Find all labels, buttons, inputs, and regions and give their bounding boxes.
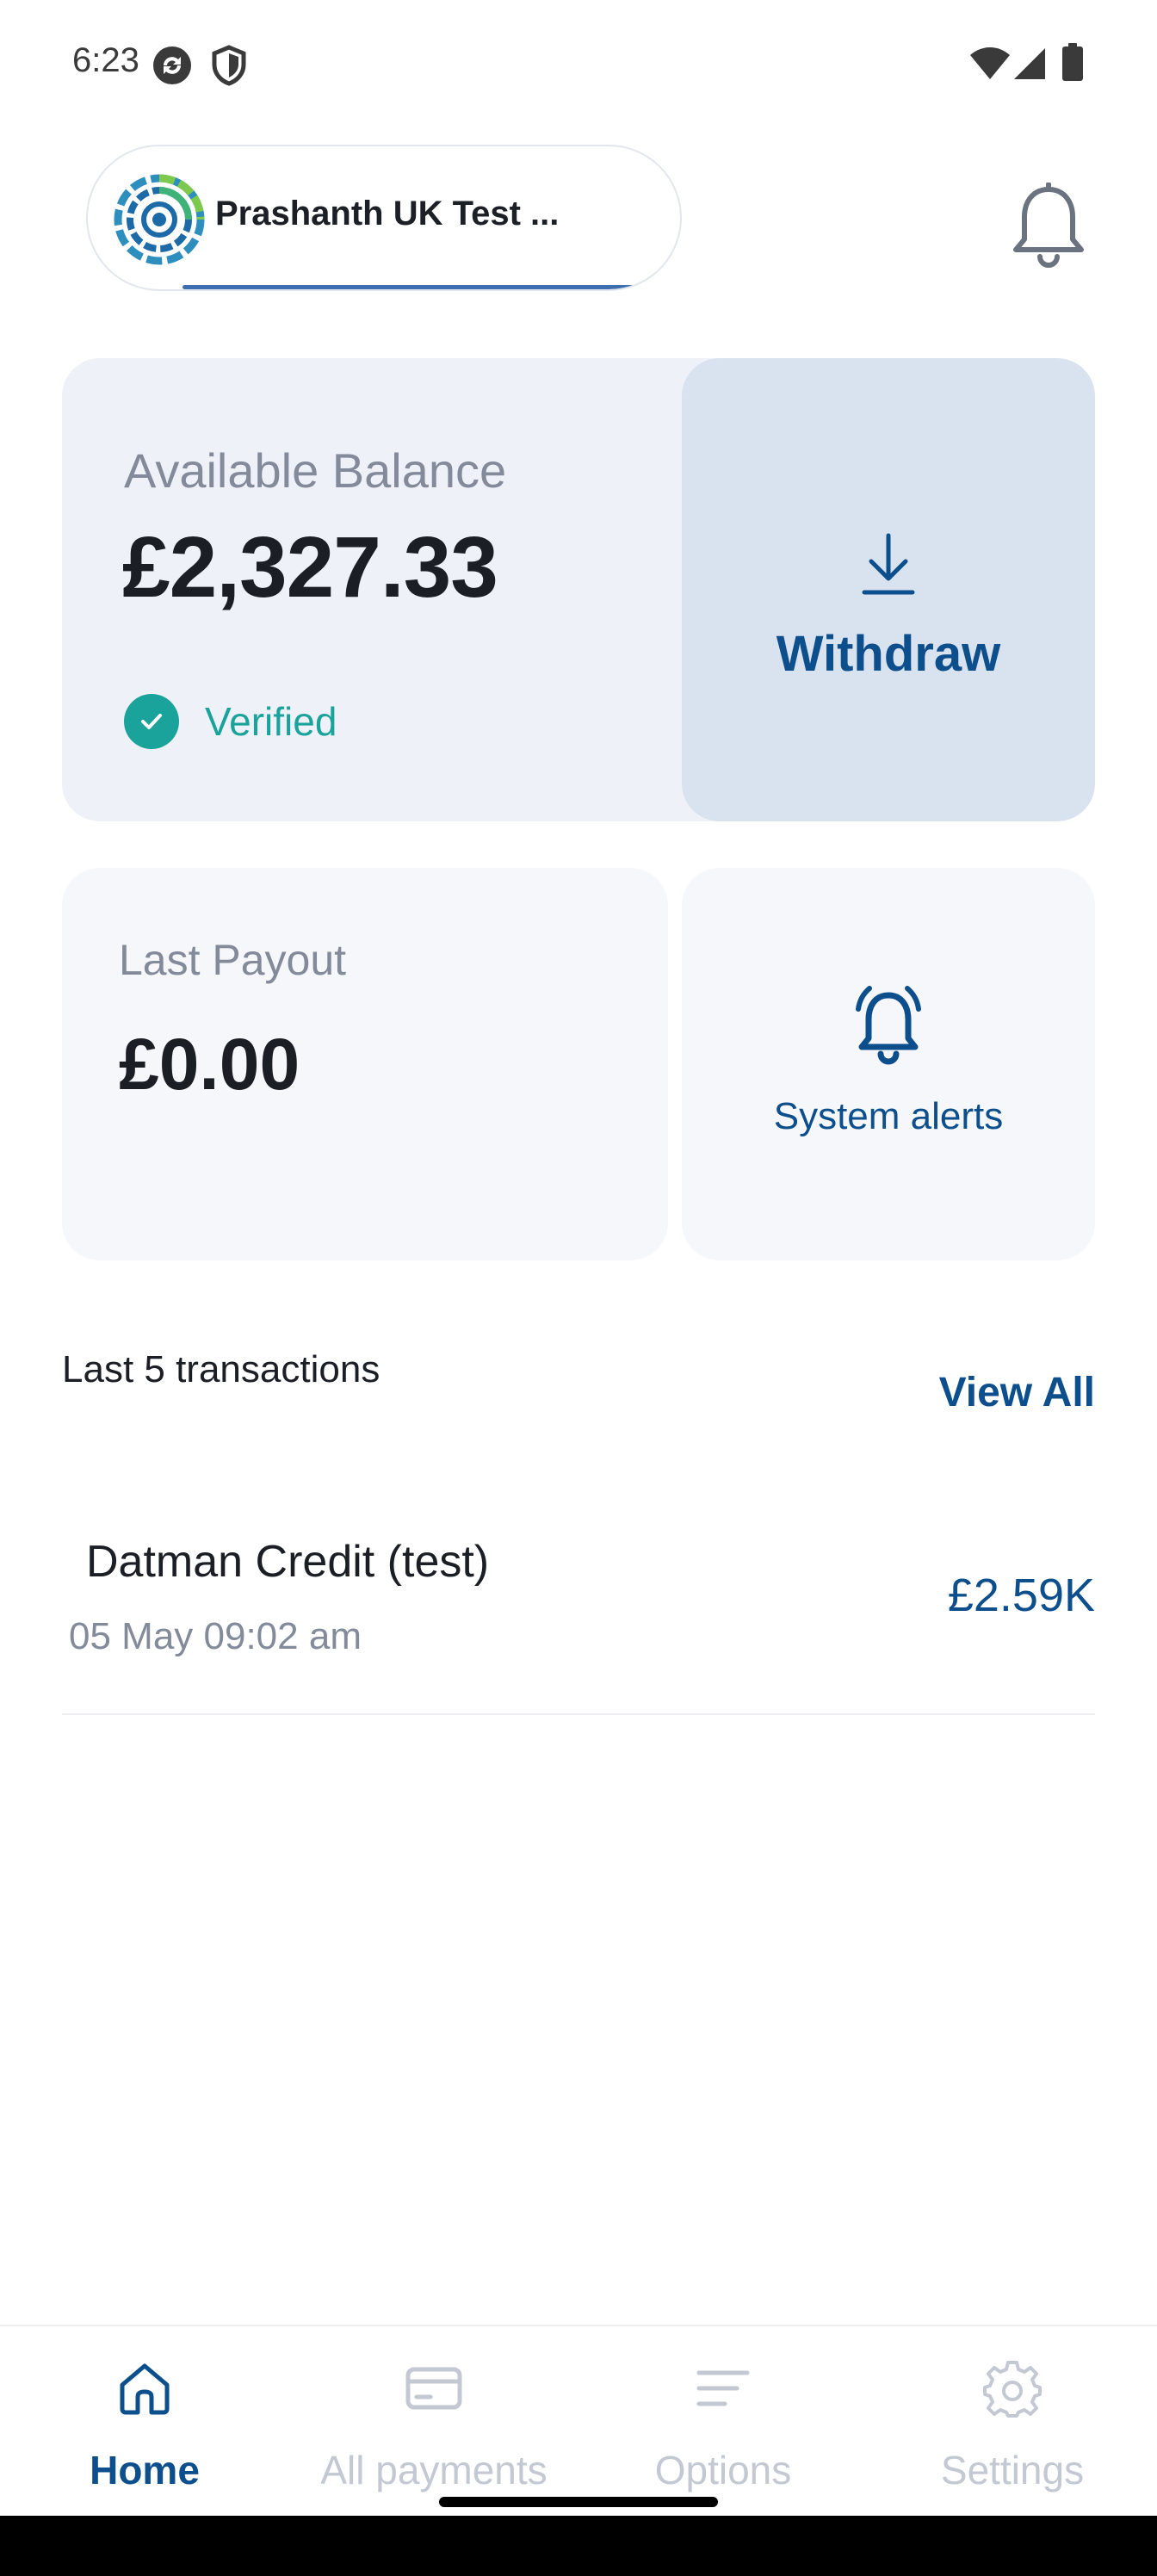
transaction-row[interactable]: Datman Credit (test) 05 May 09:02 am £2.…: [62, 1515, 1095, 1715]
balance-label: Available Balance: [124, 443, 507, 498]
card-icon: [405, 2367, 462, 2410]
withdraw-label: Withdraw: [776, 626, 1001, 682]
payout-label: Last Payout: [119, 936, 347, 984]
transaction-amount: £2.59K: [947, 1570, 1095, 1621]
menu-icon: [696, 2370, 750, 2406]
transaction-date: 05 May 09:02 am: [69, 1615, 362, 1657]
nav-label-all-payments: All payments: [320, 2448, 548, 2492]
gear-icon: [983, 2361, 1042, 2418]
wifi-icon: [970, 47, 1010, 79]
check-circle-icon: [124, 694, 179, 749]
nav-label-home: Home: [90, 2448, 200, 2492]
home-gesture-pill[interactable]: [439, 2497, 718, 2507]
sync-icon: [153, 46, 191, 84]
signal-icon: [1014, 48, 1045, 79]
withdraw-button[interactable]: Withdraw: [682, 358, 1095, 821]
nav-item-options[interactable]: Options: [578, 2326, 868, 2517]
last-payout-card[interactable]: Last Payout £0.00: [62, 868, 668, 1260]
system-gesture-area: [0, 2516, 1157, 2576]
merchant-selector[interactable]: Prashanth UK Test ...: [86, 145, 682, 291]
system-alerts-button[interactable]: System alerts: [682, 868, 1095, 1260]
bottom-navigation: Home All payments Options Settings: [0, 2325, 1157, 2516]
shield-icon: [212, 45, 246, 86]
battery-icon: [1062, 43, 1083, 81]
ringing-bell-icon: [856, 986, 921, 1065]
status-time: 6:23: [72, 41, 139, 79]
transactions-heading: Last 5 transactions: [62, 1348, 381, 1390]
payout-value: £0.00: [119, 1024, 300, 1105]
merchant-name: Prashanth UK Test ...: [215, 195, 560, 232]
home-icon: [120, 2363, 170, 2415]
system-alerts-label: System alerts: [773, 1095, 1004, 1137]
merchant-logo: [114, 174, 205, 265]
balance-card: Available Balance £2,327.33 Verified Wit…: [62, 358, 1095, 821]
verified-status: Verified: [124, 694, 337, 749]
nav-item-settings[interactable]: Settings: [868, 2326, 1157, 2517]
balance-value: £2,327.33: [122, 519, 498, 616]
download-icon: [862, 533, 915, 595]
nav-label-settings: Settings: [940, 2448, 1085, 2492]
verified-label: Verified: [205, 699, 337, 744]
merchant-loading-bar: [183, 285, 635, 289]
nav-item-home[interactable]: Home: [0, 2326, 289, 2517]
status-bar: 6:23: [0, 0, 1157, 129]
nav-label-options: Options: [654, 2448, 792, 2492]
notification-bell-icon[interactable]: [1007, 183, 1090, 269]
view-all-link[interactable]: View All: [939, 1369, 1095, 1416]
transaction-title: Datman Credit (test): [86, 1537, 490, 1587]
nav-item-all-payments[interactable]: All payments: [289, 2326, 578, 2517]
